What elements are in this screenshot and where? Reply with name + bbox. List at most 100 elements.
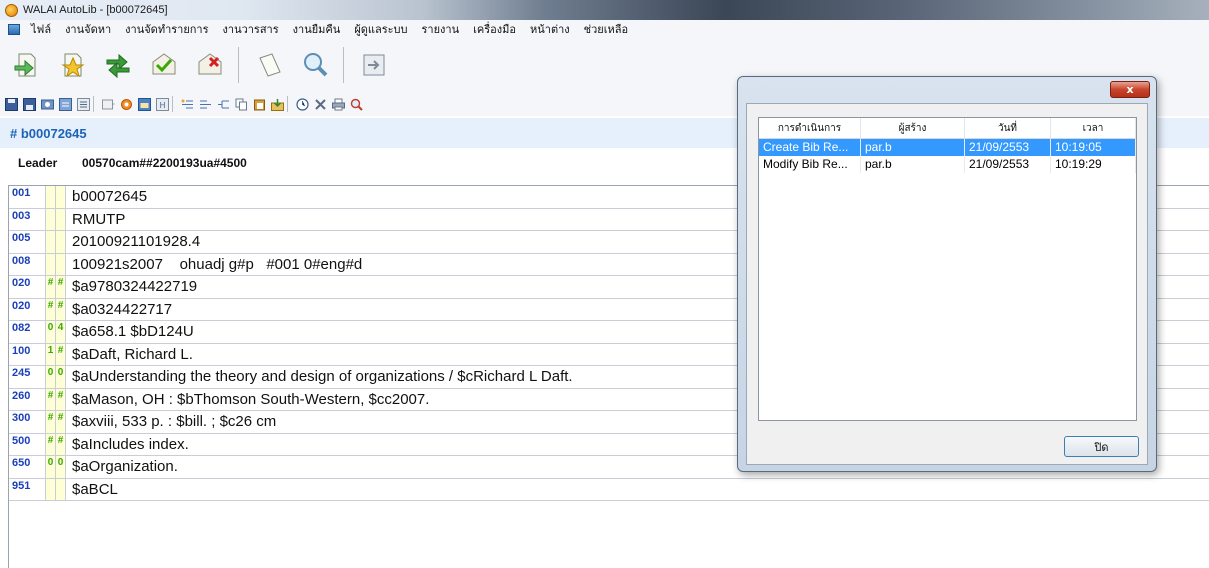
marc-indicator-1[interactable]: 0: [46, 366, 56, 388]
settings-button[interactable]: [119, 97, 133, 111]
marc-indicator-2[interactable]: #: [56, 433, 66, 455]
marc-tag[interactable]: 020: [9, 276, 46, 298]
marc-tag[interactable]: 020: [9, 298, 46, 320]
column-header-creator[interactable]: ผู้สร้าง: [861, 118, 965, 138]
marc-field-row[interactable]: 951 $aBCL: [9, 478, 1209, 501]
column-header-date[interactable]: วันที่: [965, 118, 1051, 138]
marc-indicator-1[interactable]: [46, 253, 56, 275]
marc-field-value[interactable]: $a9780324422719: [66, 276, 197, 298]
marc-indicator-1[interactable]: #: [46, 276, 56, 298]
export-button[interactable]: [354, 45, 394, 85]
marc-tag[interactable]: 082: [9, 321, 46, 343]
new-record-button[interactable]: [6, 45, 46, 85]
tools-button[interactable]: [313, 97, 327, 111]
import-button[interactable]: [270, 97, 284, 111]
column-header-action[interactable]: การดำเนินการ: [759, 118, 861, 138]
save-as-button[interactable]: [22, 97, 36, 111]
marc-indicator-1[interactable]: 0: [46, 456, 56, 478]
history-row[interactable]: Create Bib Re... par.b 21/09/2553 10:19:05: [759, 139, 1136, 156]
marc-field-value[interactable]: $aMason, OH : $bThomson South-Western, $…: [66, 389, 429, 411]
marc-tag[interactable]: 008: [9, 253, 46, 275]
marc-tag[interactable]: 260: [9, 388, 46, 410]
marc-indicator-2[interactable]: [56, 208, 66, 230]
marc-indicator-2[interactable]: [56, 231, 66, 253]
transfer-button[interactable]: [98, 45, 138, 85]
marc-tag[interactable]: 300: [9, 411, 46, 433]
save-button[interactable]: [4, 97, 18, 111]
print-preview-button[interactable]: [40, 97, 54, 111]
print-button[interactable]: [331, 97, 345, 111]
form-view-button[interactable]: [137, 97, 151, 111]
marc-indicator-2[interactable]: #: [56, 411, 66, 433]
menu-admin[interactable]: ผู้ดูแลระบบ: [354, 20, 407, 38]
marc-tag[interactable]: 500: [9, 433, 46, 455]
marc-indicator-2[interactable]: #: [56, 343, 66, 365]
open-record-button[interactable]: [52, 45, 92, 85]
marc-indicator-1[interactable]: #: [46, 433, 56, 455]
marc-tag[interactable]: 003: [9, 208, 46, 230]
marc-tag[interactable]: 005: [9, 231, 46, 253]
marc-indicator-2[interactable]: 4: [56, 321, 66, 343]
add-subfield-button[interactable]: [180, 97, 194, 111]
marc-tag[interactable]: 650: [9, 456, 46, 478]
marc-tag[interactable]: 001: [9, 186, 46, 208]
marc-indicator-2[interactable]: #: [56, 276, 66, 298]
marc-field-value[interactable]: $aBCL: [66, 479, 118, 501]
field-list-button[interactable]: [76, 97, 90, 111]
paste-button[interactable]: [252, 97, 266, 111]
menu-help[interactable]: ช่วยเหลือ: [584, 20, 628, 38]
insert-field-button[interactable]: [101, 97, 115, 111]
menu-acquisition[interactable]: งานจัดหา: [65, 20, 111, 38]
marc-indicator-1[interactable]: [46, 231, 56, 253]
marc-tag[interactable]: 245: [9, 366, 46, 388]
close-button[interactable]: ปิด: [1064, 436, 1139, 457]
marc-indicator-1[interactable]: 1: [46, 343, 56, 365]
menu-circulation[interactable]: งานยืมคืน: [293, 20, 341, 38]
menu-cataloging[interactable]: งานจัดทำรายการ: [125, 20, 208, 38]
column-header-time[interactable]: เวลา: [1051, 118, 1136, 138]
marc-indicator-2[interactable]: 0: [56, 366, 66, 388]
search-button[interactable]: [295, 45, 335, 85]
marc-field-value[interactable]: 20100921101928.4: [66, 231, 200, 253]
marc-tag[interactable]: 100: [9, 343, 46, 365]
marc-field-value[interactable]: 100921s2007 ohuadj g#p #001 0#eng#d: [66, 254, 362, 276]
menu-file[interactable]: ไฟล์: [31, 20, 51, 38]
marc-tag[interactable]: 951: [9, 478, 46, 500]
marc-indicator-1[interactable]: #: [46, 411, 56, 433]
marc-field-value[interactable]: $axviii, 533 p. : $bill. ; $c26 cm: [66, 411, 276, 433]
copy-button[interactable]: [234, 97, 248, 111]
marc-indicator-2[interactable]: [56, 253, 66, 275]
marc-indicator-2[interactable]: [56, 478, 66, 500]
marc-field-value[interactable]: $aOrganization.: [66, 456, 178, 478]
marc-indicator-2[interactable]: [56, 186, 66, 208]
marc-indicator-1[interactable]: [46, 186, 56, 208]
dialog-close-button[interactable]: x: [1110, 81, 1150, 98]
marc-field-value[interactable]: $aIncludes index.: [66, 434, 189, 456]
delete-button[interactable]: [190, 45, 230, 85]
approve-button[interactable]: [144, 45, 184, 85]
marc-field-value[interactable]: $aUnderstanding the theory and design of…: [66, 366, 573, 388]
marc-field-value[interactable]: $a0324422717: [66, 299, 172, 321]
marc-indicator-2[interactable]: #: [56, 388, 66, 410]
mdi-window-icon[interactable]: [8, 23, 20, 35]
hex-view-button[interactable]: H: [155, 97, 169, 111]
marc-indicator-2[interactable]: #: [56, 298, 66, 320]
menu-reports[interactable]: รายงาน: [422, 20, 460, 38]
find-button[interactable]: [349, 97, 363, 111]
marc-indicator-1[interactable]: 0: [46, 321, 56, 343]
marc-indicator-1[interactable]: [46, 478, 56, 500]
menu-window[interactable]: หน้าต่าง: [530, 20, 570, 38]
remove-subfield-button[interactable]: [198, 97, 212, 111]
marc-field-value[interactable]: $a658.1 $bD124U: [66, 321, 194, 343]
split-field-button[interactable]: [216, 97, 230, 111]
menu-serials[interactable]: งานวารสาร: [223, 20, 279, 38]
marc-indicator-1[interactable]: #: [46, 298, 56, 320]
marc-field-value[interactable]: RMUTP: [66, 209, 125, 231]
marc-indicator-2[interactable]: 0: [56, 456, 66, 478]
marc-field-value[interactable]: b00072645: [66, 186, 147, 208]
leader-value[interactable]: 00570cam##2200193ua#4500: [82, 156, 247, 170]
marc-field-value[interactable]: $aDaft, Richard L.: [66, 344, 193, 366]
history-button[interactable]: [295, 97, 309, 111]
copy-record-button[interactable]: [249, 45, 289, 85]
history-row[interactable]: Modify Bib Re... par.b 21/09/2553 10:19:29: [759, 156, 1136, 173]
